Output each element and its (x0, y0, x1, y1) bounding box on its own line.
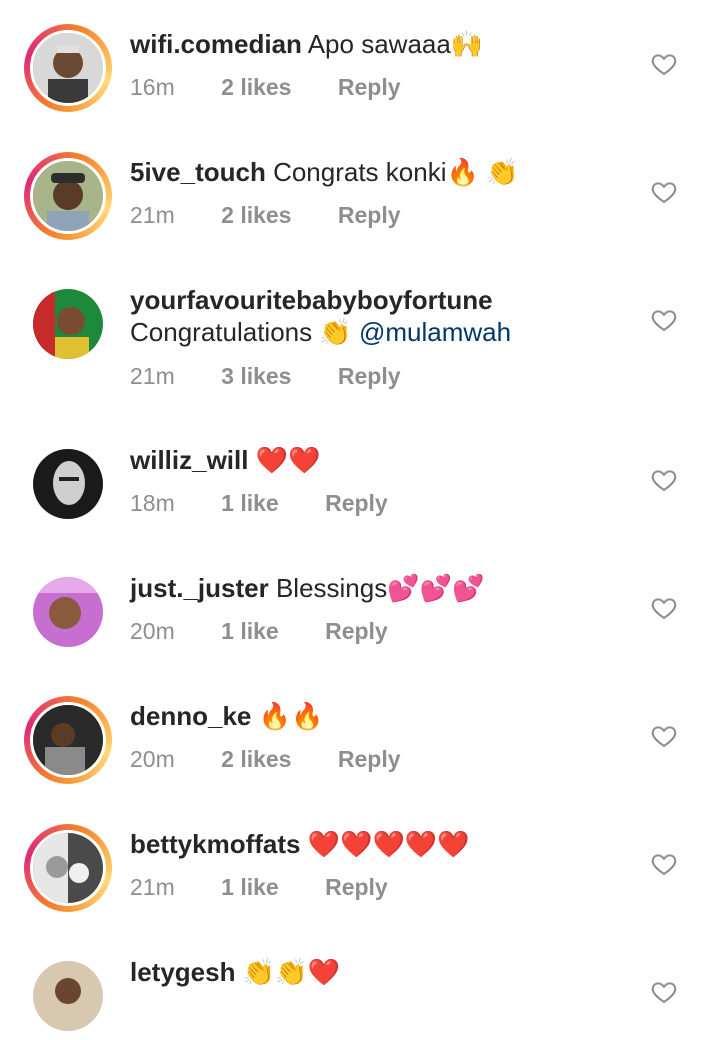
comment-line: bettykmoffats ❤️❤️❤️❤️❤️ (130, 828, 470, 860)
heart-outline-icon[interactable] (650, 978, 678, 1006)
heart-outline-icon[interactable] (650, 306, 678, 334)
heart-outline-icon[interactable] (650, 50, 678, 78)
avatar[interactable] (30, 830, 106, 906)
comment-likes[interactable]: 1 like (221, 618, 279, 645)
comment-time: 18m (130, 490, 175, 516)
heart-outline-icon[interactable] (650, 466, 678, 494)
comment-text: 🔥🔥 (258, 701, 324, 731)
comment-meta: 21m 2 likes Reply (130, 202, 401, 229)
comment-likes[interactable]: 2 likes (221, 74, 291, 101)
comment-time: 20m (130, 618, 175, 644)
heart-outline-icon[interactable] (650, 594, 678, 622)
comment-username[interactable]: wifi.comedian (130, 29, 302, 59)
comment-username[interactable]: bettykmoffats (130, 829, 300, 859)
comment-likes[interactable]: 2 likes (221, 746, 291, 773)
reply-button[interactable]: Reply (338, 363, 401, 390)
comment-text: Blessings💕💕💕 (275, 573, 485, 603)
avatar-wrap[interactable] (24, 568, 112, 656)
comment-username[interactable]: williz_will (130, 445, 248, 475)
comment-likes[interactable]: 3 likes (221, 363, 291, 390)
comment-text: Congrats konki🔥 👏 (273, 157, 519, 187)
comment-username[interactable]: denno_ke (130, 701, 251, 731)
comment-time: 16m (130, 74, 175, 100)
reply-button[interactable]: Reply (325, 490, 388, 517)
comment-text: 👏👏❤️ (242, 957, 340, 987)
comment-line: yourfavouritebabyboyfortune (130, 284, 493, 316)
comment-meta: 21m 3 likes Reply (130, 363, 401, 390)
comment-username[interactable]: yourfavouritebabyboyfortune (130, 285, 493, 315)
avatar-wrap[interactable] (24, 952, 112, 1040)
comment-time: 20m (130, 746, 175, 772)
comment-line: Congratulations 👏 @mulamwah (130, 316, 511, 348)
comment-username[interactable]: 5ive_touch (130, 157, 266, 187)
heart-outline-icon[interactable] (650, 722, 678, 750)
comment-meta: 21m 1 like Reply (130, 874, 388, 901)
comment-likes[interactable]: 2 likes (221, 202, 291, 229)
comment-line: williz_will ❤️❤️ (130, 444, 320, 476)
reply-button[interactable]: Reply (338, 202, 401, 229)
reply-button[interactable]: Reply (338, 74, 401, 101)
comment-text: ❤️❤️ (255, 445, 321, 475)
comment-likes[interactable]: 1 like (221, 490, 279, 517)
avatar-story-ring[interactable] (24, 696, 112, 784)
comment-line: denno_ke 🔥🔥 (130, 700, 323, 732)
comment-username[interactable]: letygesh (130, 957, 236, 987)
avatar[interactable] (30, 702, 106, 778)
avatar-story-ring[interactable] (24, 824, 112, 912)
comment-text: Congratulations 👏 (130, 317, 352, 347)
avatar[interactable] (30, 30, 106, 106)
avatar[interactable] (30, 158, 106, 234)
comment-meta: 20m 1 like Reply (130, 618, 388, 645)
avatar[interactable] (33, 961, 103, 1031)
heart-outline-icon[interactable] (650, 178, 678, 206)
comment-line: just._juster Blessings💕💕💕 (130, 572, 484, 604)
comment-meta: 16m 2 likes Reply (130, 74, 401, 101)
avatar-wrap[interactable] (24, 440, 112, 528)
avatar-story-ring[interactable] (24, 24, 112, 112)
comment-meta: 18m 1 like Reply (130, 490, 388, 517)
comment-line: wifi.comedian Apo sawaaa🙌 (130, 28, 483, 60)
avatar-wrap[interactable] (24, 280, 112, 368)
reply-button[interactable]: Reply (325, 874, 388, 901)
heart-outline-icon[interactable] (650, 850, 678, 878)
reply-button[interactable]: Reply (338, 746, 401, 773)
comment-time: 21m (130, 874, 175, 900)
mention-link[interactable]: @mulamwah (359, 317, 511, 347)
comment-line: 5ive_touch Congrats konki🔥 👏 (130, 156, 518, 188)
avatar-story-ring[interactable] (24, 152, 112, 240)
reply-button[interactable]: Reply (325, 618, 388, 645)
comment-text: ❤️❤️❤️❤️❤️ (307, 829, 470, 859)
comment-line: letygesh 👏👏❤️ (130, 956, 340, 988)
avatar[interactable] (33, 449, 103, 519)
comment-time: 21m (130, 363, 175, 389)
comment-time: 21m (130, 202, 175, 228)
comment-text: Apo sawaaa🙌 (307, 29, 484, 59)
comment-username[interactable]: just._juster (130, 573, 269, 603)
comment-likes[interactable]: 1 like (221, 874, 279, 901)
avatar[interactable] (33, 577, 103, 647)
comment-meta: 20m 2 likes Reply (130, 746, 401, 773)
avatar[interactable] (33, 289, 103, 359)
